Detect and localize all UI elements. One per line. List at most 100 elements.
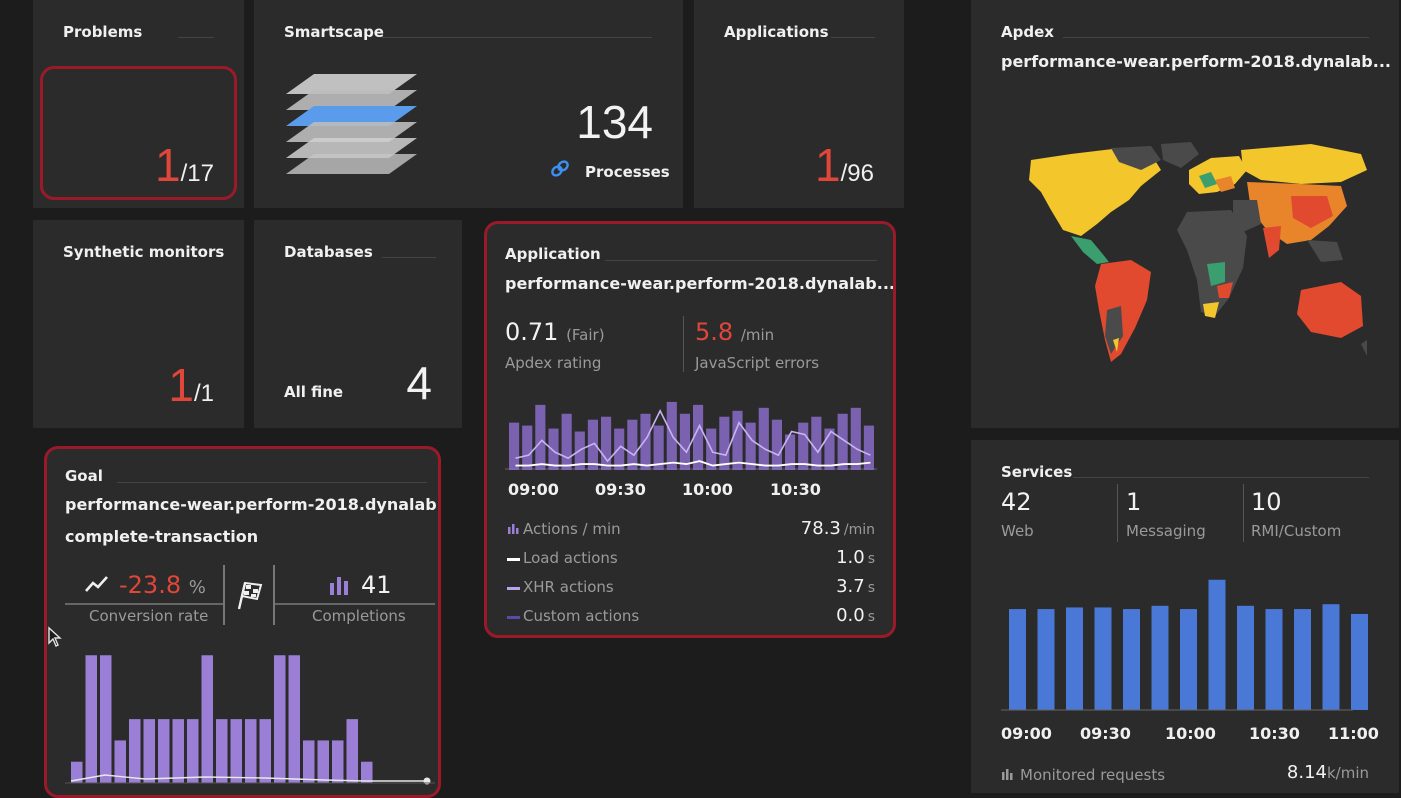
map-india bbox=[1263, 226, 1281, 258]
title-rule bbox=[382, 37, 652, 38]
map-greenland bbox=[1161, 142, 1199, 168]
synthetic-title: Synthetic monitors bbox=[63, 243, 225, 261]
completions-bar bbox=[288, 655, 300, 783]
goal-tile[interactable]: Goal performance-wear.perform-2018.dynal… bbox=[44, 446, 441, 798]
services-divider bbox=[1243, 484, 1244, 542]
services-web-label: Web bbox=[1001, 522, 1034, 540]
x-tick-1100: 11:00 bbox=[1328, 724, 1379, 743]
actions-bar bbox=[679, 413, 690, 470]
legend-label: Custom actions bbox=[523, 607, 640, 625]
legend-load-actions[interactable]: Load actions 1.0 s bbox=[507, 547, 875, 571]
completions-bar bbox=[245, 719, 257, 783]
js-errors-value: 5.8 /min bbox=[695, 318, 774, 346]
requests-bar bbox=[1294, 609, 1311, 710]
legend-value: 0.0 s bbox=[836, 605, 875, 626]
x-tick-0930: 09:30 bbox=[1080, 724, 1131, 743]
services-tile[interactable]: Services 42 Web 1 Messaging 10 RMI/Custo… bbox=[971, 440, 1399, 793]
completions-bar bbox=[361, 761, 373, 783]
apdex-title: Apdex bbox=[1001, 23, 1054, 41]
legend-value: 78.3/min bbox=[801, 518, 875, 539]
actions-bar bbox=[798, 422, 809, 470]
application-title: Application bbox=[505, 245, 601, 263]
application-tile[interactable]: Application performance-wear.perform-201… bbox=[484, 221, 896, 638]
legend-swatch-indigo bbox=[507, 616, 520, 619]
completions-bar bbox=[172, 719, 184, 783]
x-tick-0900: 09:00 bbox=[1001, 724, 1052, 743]
goal-completions-chart[interactable] bbox=[65, 647, 435, 787]
apdex-world-map[interactable] bbox=[1011, 140, 1371, 380]
apdex-rating-value: 0.71 (Fair) bbox=[505, 318, 605, 346]
completions-bar bbox=[303, 740, 315, 783]
map-australia bbox=[1297, 282, 1363, 338]
kpi-divider bbox=[683, 316, 684, 372]
title-rule bbox=[831, 37, 875, 38]
legend-actions-per-min[interactable]: Actions / min 78.3/min bbox=[507, 518, 875, 542]
application-actions-chart[interactable] bbox=[505, 390, 877, 470]
map-central-america bbox=[1071, 236, 1109, 264]
actions-bar bbox=[771, 419, 782, 470]
legend-unit: s bbox=[867, 609, 875, 625]
goal-title: Goal bbox=[65, 467, 103, 485]
apdex-value: 0.71 bbox=[505, 318, 559, 346]
requests-bar bbox=[1265, 609, 1283, 710]
smartscape-tile[interactable]: Smartscape 134 Processes bbox=[254, 0, 683, 208]
legend-number: 1.0 bbox=[836, 547, 865, 568]
actions-bar bbox=[535, 404, 546, 470]
completions-rule bbox=[275, 603, 435, 605]
monitored-requests-label: Monitored requests bbox=[1020, 766, 1166, 784]
services-divider bbox=[1117, 484, 1118, 542]
application-app-name: performance-wear.perform-2018.dynalab... bbox=[505, 274, 895, 293]
completions-bar bbox=[216, 719, 228, 783]
title-rule bbox=[117, 482, 427, 483]
legend-unit: /min bbox=[843, 522, 875, 538]
bar-chart-icon bbox=[508, 524, 519, 534]
monitored-requests-value: 8.14k/min bbox=[1287, 762, 1369, 783]
legend-number: 0.0 bbox=[836, 605, 865, 626]
conversion-rate-value: -23.8 % bbox=[119, 571, 206, 599]
title-rule bbox=[178, 37, 214, 38]
requests-bar bbox=[1208, 579, 1226, 710]
goal-name: complete-transaction bbox=[65, 527, 259, 546]
conversion-number: -23.8 bbox=[119, 571, 182, 599]
legend-label: Actions / min bbox=[523, 520, 621, 538]
legend-swatch-white bbox=[507, 558, 520, 561]
completions-bar bbox=[274, 655, 286, 783]
requests-bar bbox=[1123, 609, 1140, 710]
legend-xhr-actions[interactable]: XHR actions 3.7 s bbox=[507, 576, 875, 600]
actions-bar bbox=[614, 428, 625, 470]
x-tick-1000: 10:00 bbox=[1165, 724, 1216, 743]
applications-count: 1 bbox=[815, 139, 841, 191]
requests-bar bbox=[1151, 605, 1169, 710]
services-messaging-label: Messaging bbox=[1126, 522, 1206, 540]
databases-title: Databases bbox=[284, 243, 373, 261]
link-icon bbox=[551, 160, 569, 177]
synthetic-monitors-tile[interactable]: Synthetic monitors 1/1 bbox=[33, 220, 244, 428]
legend-number: 78.3 bbox=[800, 518, 841, 539]
problems-tile[interactable]: Problems 1/17 bbox=[33, 0, 244, 208]
databases-tile[interactable]: Databases All fine 4 bbox=[254, 220, 462, 428]
services-requests-chart[interactable] bbox=[1001, 566, 1373, 716]
mouse-cursor-icon bbox=[48, 626, 62, 647]
map-europe bbox=[1189, 156, 1247, 194]
requests-bar bbox=[1037, 609, 1055, 710]
checkered-flag-icon bbox=[237, 581, 263, 610]
applications-total: /96 bbox=[840, 160, 874, 187]
map-new-zealand bbox=[1361, 340, 1367, 356]
apdex-tile[interactable]: Apdex performance-wear.perform-2018.dyna… bbox=[971, 0, 1399, 428]
actions-bar bbox=[627, 419, 638, 470]
map-south-africa bbox=[1203, 302, 1219, 318]
problems-ratio: 1/17 bbox=[155, 138, 214, 192]
completions-bar bbox=[100, 655, 112, 783]
title-rule bbox=[382, 257, 436, 258]
completions-bar bbox=[201, 655, 213, 783]
title-rule bbox=[1073, 477, 1369, 478]
x-tick-1000: 10:00 bbox=[682, 480, 733, 499]
title-rule bbox=[605, 260, 877, 261]
applications-tile[interactable]: Applications 1/96 bbox=[694, 0, 904, 208]
legend-custom-actions[interactable]: Custom actions 0.0 s bbox=[507, 605, 875, 629]
databases-count: 4 bbox=[406, 357, 432, 409]
completions-bar bbox=[346, 719, 358, 783]
map-south-america bbox=[1095, 260, 1151, 362]
completions-label: Completions bbox=[312, 607, 406, 625]
actions-bar bbox=[719, 416, 730, 470]
